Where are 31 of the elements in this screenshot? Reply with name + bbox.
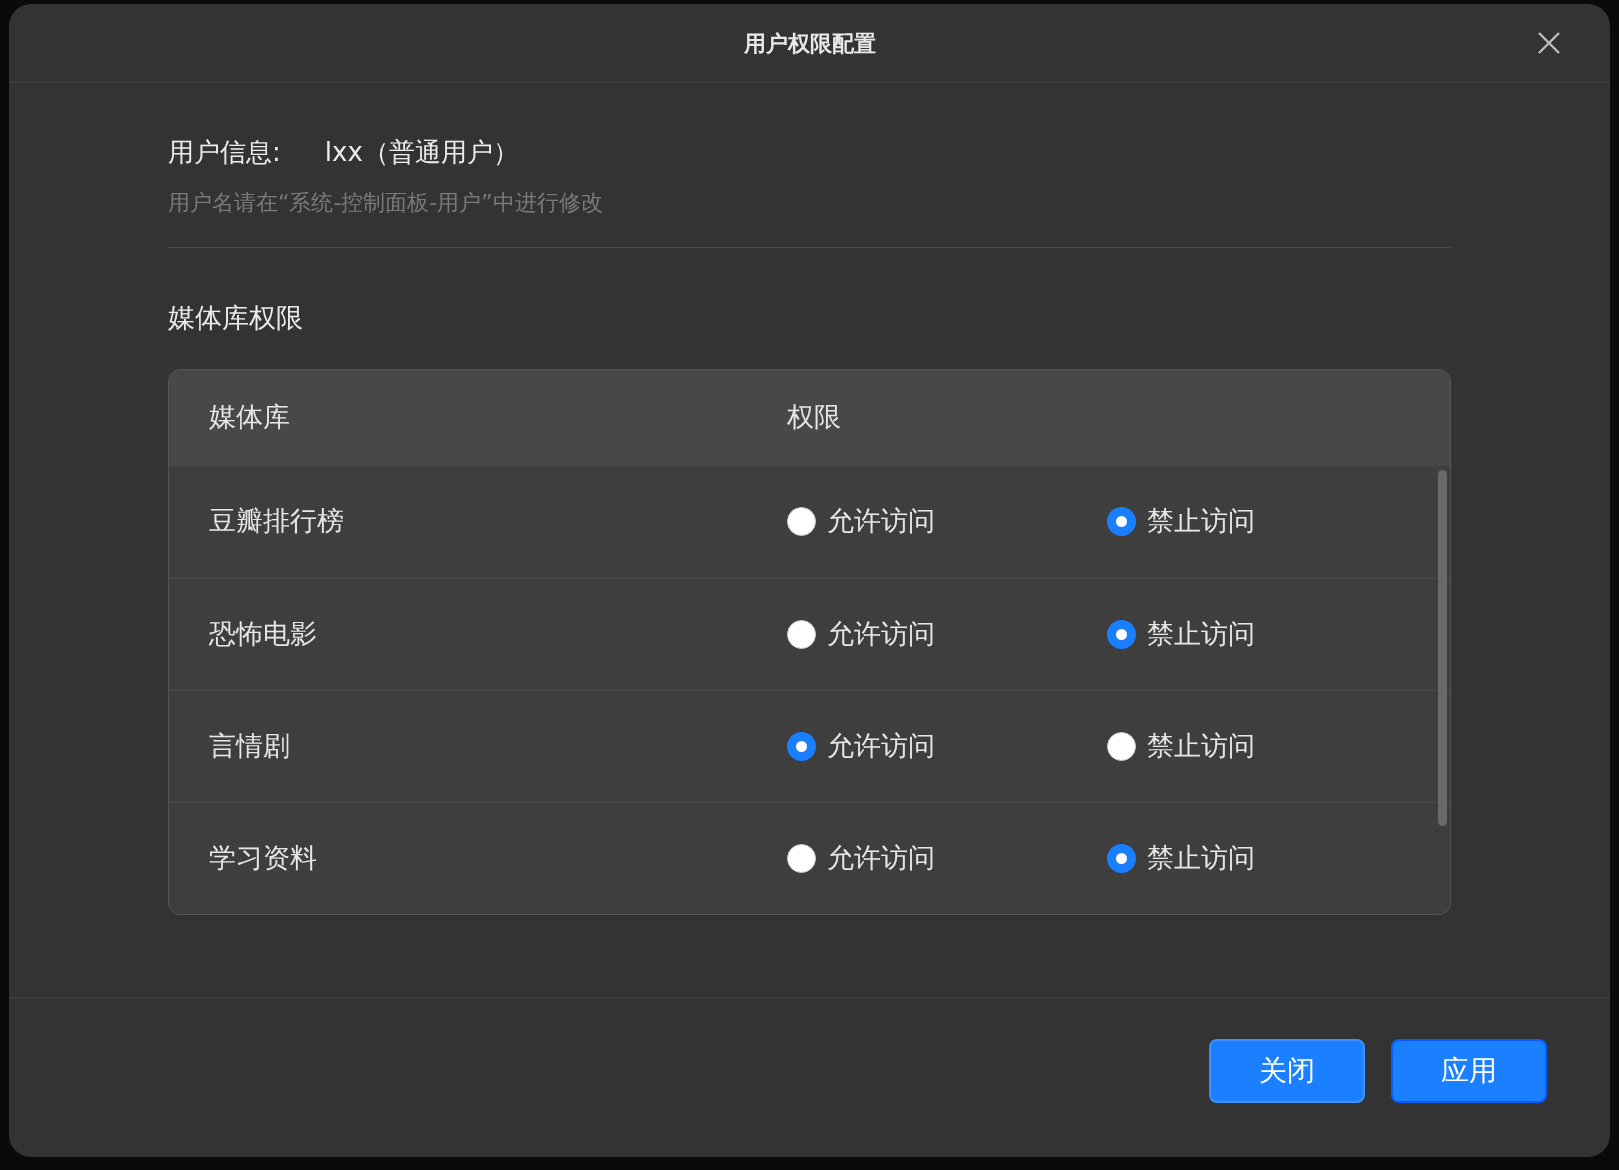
user-info-value: lxx（普通用户） [324,136,519,169]
user-info-label: 用户信息: [168,136,281,169]
radio-button[interactable] [1107,731,1136,761]
radio-button[interactable] [787,507,816,536]
library-name: 言情剧 [209,729,290,761]
close-button[interactable]: 关闭 [1209,1038,1365,1103]
radio-option[interactable]: 禁止访问 [1107,501,1255,542]
radio-button[interactable] [787,619,816,649]
radio-option[interactable]: 禁止访问 [1107,837,1255,879]
close-icon[interactable] [1536,30,1562,56]
radio-option[interactable]: 禁止访问 [1107,725,1255,767]
radio-button[interactable] [787,843,816,873]
radio-option[interactable]: 允许访问 [787,613,1107,655]
section-title: 媒体库权限 [168,301,303,335]
column-header: 媒体库 [209,401,290,433]
column-header: 权限 [787,401,841,433]
radio-option[interactable]: 允许访问 [787,837,1107,879]
scrollbar[interactable] [1438,469,1447,826]
radio-option[interactable]: 禁止访问 [1107,613,1255,655]
hint-text: 用户名请在“系统-控制面板-用户”中进行修改 [168,189,603,217]
radio-button[interactable] [787,731,816,761]
dialog-title: 用户权限配置 [743,29,876,58]
library-name: 学习资料 [209,841,317,873]
library-name: 豆瓣排行榜 [209,505,344,537]
library-name: 恐怖电影 [209,617,317,649]
radio-option[interactable]: 允许访问 [787,725,1107,767]
radio-option[interactable]: 允许访问 [787,501,1107,542]
apply-button[interactable]: 应用 [1391,1038,1547,1103]
radio-button[interactable] [1107,619,1136,649]
radio-button[interactable] [1107,507,1136,536]
radio-button[interactable] [1107,843,1136,873]
